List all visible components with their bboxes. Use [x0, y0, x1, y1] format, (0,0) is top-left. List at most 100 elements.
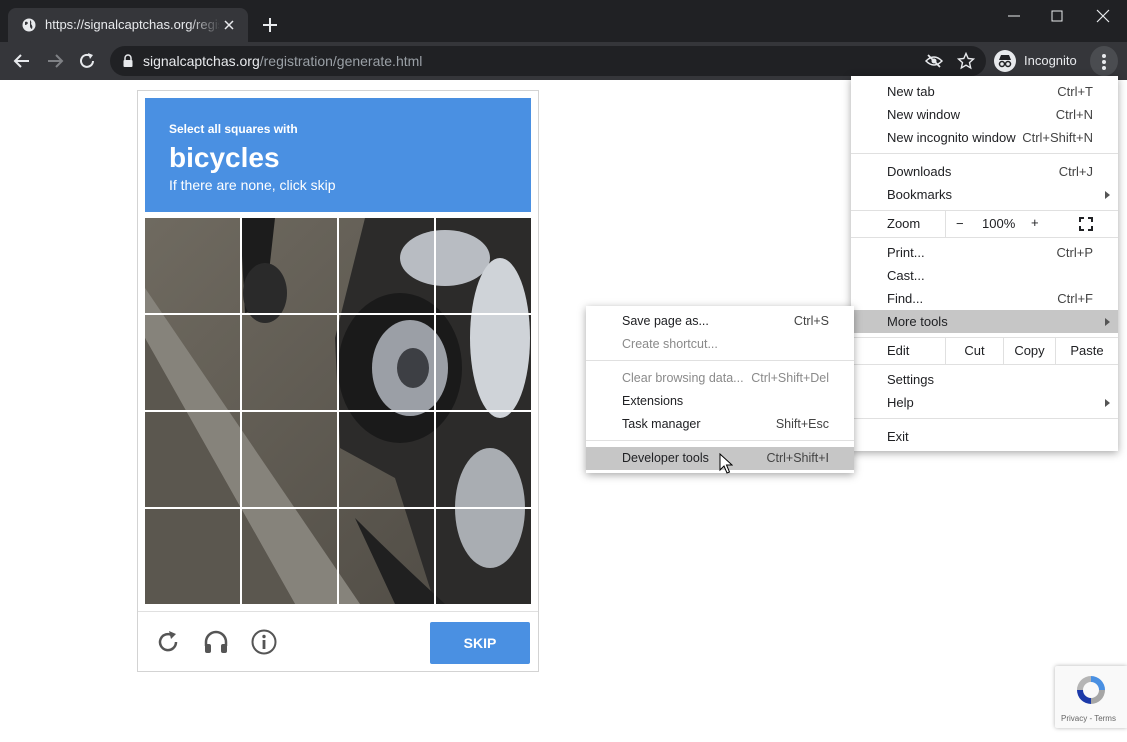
incognito-icon	[994, 50, 1016, 72]
captcha-tile[interactable]	[436, 509, 531, 604]
menu-item-exit[interactable]: Exit	[851, 425, 1118, 448]
captcha-tile[interactable]	[145, 218, 240, 313]
menu-item-label: New incognito window	[887, 130, 1016, 145]
captcha-tile[interactable]	[145, 509, 240, 604]
captcha-widget: Select all squares with bicycles If ther…	[137, 90, 539, 672]
submenu-item-save-page-as[interactable]: Save page as... Ctrl+S	[586, 310, 854, 333]
star-icon[interactable]	[957, 52, 975, 70]
chevron-right-icon	[1105, 191, 1110, 199]
menu-item-shortcut: Ctrl+F	[1057, 291, 1093, 306]
menu-item-cast[interactable]: Cast...	[851, 264, 1118, 287]
close-icon[interactable]	[222, 18, 236, 32]
title-bar: https://signalcaptchas.org/registr	[0, 0, 1127, 42]
menu-item-help[interactable]: Help	[851, 391, 1118, 414]
menu-item-label: Cast...	[887, 268, 925, 283]
menu-item-label: Downloads	[887, 164, 952, 179]
menu-item-label: Exit	[887, 429, 909, 444]
skip-button[interactable]: SKIP	[430, 622, 530, 664]
info-icon[interactable]	[250, 628, 278, 656]
fullscreen-icon[interactable]	[1079, 217, 1093, 231]
menu-item-label: New window	[887, 107, 960, 122]
menu-item-new-window[interactable]: New window Ctrl+N	[851, 103, 1118, 126]
reload-icon[interactable]	[154, 628, 182, 656]
submenu-item-task-manager[interactable]: Task manager Shift+Esc	[586, 413, 854, 436]
menu-item-downloads[interactable]: Downloads Ctrl+J	[851, 160, 1118, 183]
kebab-menu-icon[interactable]	[1090, 46, 1118, 76]
menu-item-find[interactable]: Find... Ctrl+F	[851, 287, 1118, 310]
back-arrow-icon[interactable]	[13, 52, 31, 70]
zoom-in-button[interactable]: +	[1031, 215, 1039, 230]
submenu-item-label: Save page as...	[622, 314, 709, 328]
eye-slash-icon[interactable]	[925, 52, 943, 70]
menu-item-settings[interactable]: Settings	[851, 368, 1118, 391]
zoom-out-button[interactable]: −	[956, 216, 964, 231]
captcha-tile[interactable]	[339, 218, 434, 313]
captcha-tile[interactable]	[339, 412, 434, 507]
captcha-tile[interactable]	[339, 509, 434, 604]
globe-icon	[22, 18, 36, 32]
captcha-footer: SKIP	[138, 611, 538, 671]
menu-separator	[851, 153, 1118, 154]
url-path: /registration/generate.html	[259, 53, 423, 69]
submenu-item-label: Extensions	[622, 394, 684, 408]
menu-item-bookmarks[interactable]: Bookmarks	[851, 183, 1118, 206]
paste-button[interactable]: Paste	[1055, 338, 1118, 364]
menu-item-more-tools[interactable]: More tools	[851, 310, 1118, 333]
browser-tab[interactable]: https://signalcaptchas.org/registr	[8, 8, 248, 42]
menu-item-shortcut: Ctrl+N	[1055, 107, 1093, 122]
recaptcha-badge[interactable]: Privacy - Terms	[1055, 666, 1127, 728]
submenu-item-shortcut: Ctrl+S	[793, 314, 829, 328]
menu-item-shortcut: Ctrl+T	[1057, 84, 1093, 99]
copy-button[interactable]: Copy	[1003, 338, 1055, 364]
menu-item-label: Print...	[887, 245, 925, 260]
menu-item-new-tab[interactable]: New tab Ctrl+T	[851, 80, 1118, 103]
menu-item-new-incognito-window[interactable]: New incognito window Ctrl+Shift+N	[851, 126, 1118, 149]
more-tools-submenu: Save page as... Ctrl+S Create shortcut..…	[586, 306, 854, 473]
plus-icon[interactable]	[262, 17, 278, 33]
captcha-tile[interactable]	[242, 315, 337, 410]
captcha-tile[interactable]	[436, 412, 531, 507]
kebab-dot	[1102, 54, 1106, 58]
chrome-menu: New tab Ctrl+T New window Ctrl+N New inc…	[851, 76, 1118, 451]
zoom-level: 100%	[982, 216, 1016, 231]
submenu-item-shortcut: Ctrl+Shift+Del	[751, 371, 829, 385]
zoom-label: Zoom	[887, 216, 921, 231]
menu-item-label: Find...	[887, 291, 924, 306]
address-bar[interactable]: signalcaptchas.org/registration/generate…	[110, 46, 986, 76]
edit-label: Edit	[887, 343, 910, 358]
headphones-icon[interactable]	[202, 628, 230, 656]
captcha-target: bicycles	[169, 142, 280, 173]
captcha-tile[interactable]	[242, 509, 337, 604]
submenu-item-clear-browsing-data: Clear browsing data... Ctrl+Shift+Del	[586, 367, 854, 390]
recaptcha-links[interactable]: Privacy - Terms	[1061, 714, 1116, 723]
captcha-tile[interactable]	[242, 218, 337, 313]
captcha-tile[interactable]	[242, 412, 337, 507]
submenu-item-extensions[interactable]: Extensions	[586, 390, 854, 413]
incognito-indicator[interactable]: Incognito	[988, 46, 1084, 76]
captcha-tile[interactable]	[339, 315, 434, 410]
reload-icon[interactable]	[78, 52, 96, 70]
kebab-dot	[1102, 60, 1106, 64]
captcha-tile[interactable]	[145, 315, 240, 410]
menu-separator	[586, 440, 854, 441]
incognito-label: Incognito	[1024, 53, 1077, 68]
minimize-icon[interactable]	[1006, 8, 1022, 24]
forward-arrow-icon[interactable]	[46, 52, 64, 70]
chevron-right-icon	[1105, 318, 1110, 326]
captcha-tile[interactable]	[436, 218, 531, 313]
menu-item-shortcut: Ctrl+P	[1056, 245, 1093, 260]
browser-window: https://signalcaptchas.org/registr signa…	[0, 0, 1127, 742]
window-close-icon[interactable]	[1095, 8, 1111, 24]
menu-separator	[586, 360, 854, 361]
lock-icon	[123, 54, 133, 67]
kebab-dot	[1102, 66, 1106, 70]
url-text: signalcaptchas.org/registration/generate…	[143, 53, 422, 69]
browser-toolbar: signalcaptchas.org/registration/generate…	[0, 42, 1127, 80]
menu-zoom-row: Zoom − 100% +	[851, 211, 1118, 237]
maximize-icon[interactable]	[1049, 8, 1065, 24]
cut-button[interactable]: Cut	[945, 338, 1003, 364]
captcha-tile[interactable]	[436, 315, 531, 410]
captcha-tile[interactable]	[145, 412, 240, 507]
menu-item-print[interactable]: Print... Ctrl+P	[851, 241, 1118, 264]
menu-separator	[851, 418, 1118, 419]
